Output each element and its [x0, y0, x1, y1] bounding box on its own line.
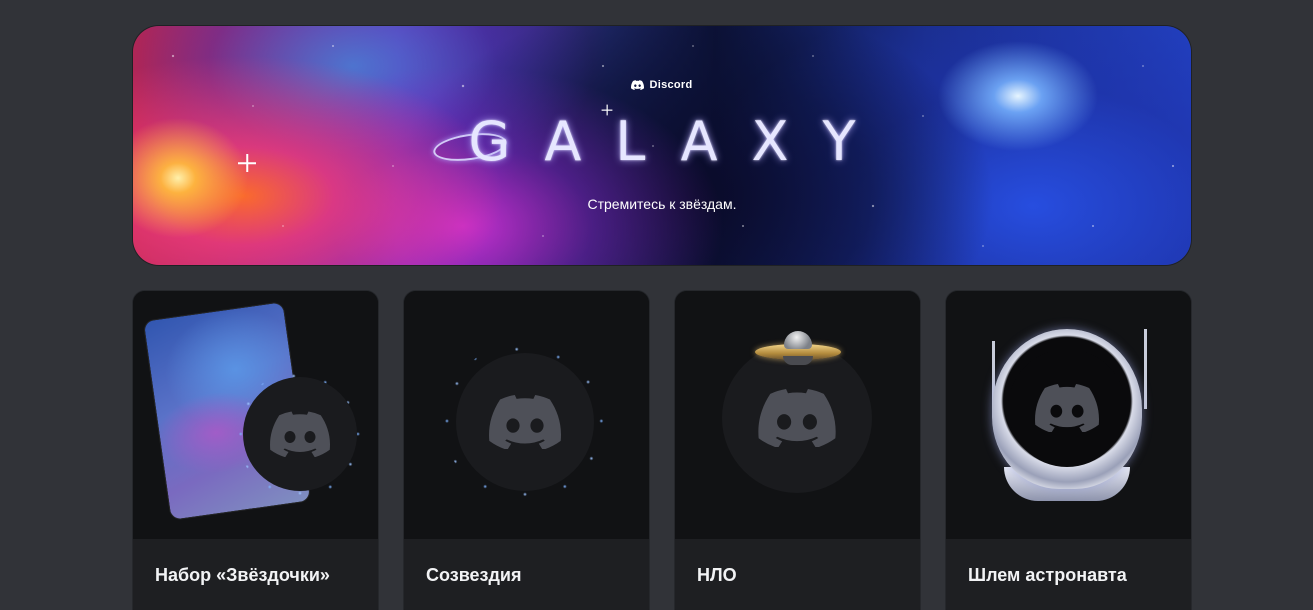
shop-card-constellations[interactable]: Созвездия — [404, 291, 649, 610]
collection-title: GALAXY — [468, 110, 890, 173]
galaxy-collection-banner[interactable]: Discord GALAXY Стремитесь к звёздам. — [133, 26, 1191, 265]
card-title: Набор «Звёздочки» — [155, 565, 330, 585]
avatar — [243, 377, 357, 491]
shop-card-stars-bundle[interactable]: Набор «Звёздочки» — [133, 291, 378, 610]
discord-logo-icon — [270, 411, 330, 457]
antenna — [1144, 329, 1147, 409]
ufo-icon — [755, 331, 841, 371]
card-art — [404, 291, 649, 539]
discord-logo-icon — [631, 80, 645, 90]
shop-card-astronaut-helmet[interactable]: Шлем астронавта — [946, 291, 1191, 610]
collection-tagline: Стремитесь к звёздам. — [587, 196, 737, 212]
discord-logo-icon — [489, 395, 561, 449]
card-art — [133, 291, 378, 539]
avatar — [456, 353, 594, 491]
card-title: НЛО — [697, 565, 737, 585]
discord-brand: Discord — [133, 79, 1191, 91]
avatar — [1008, 349, 1126, 467]
discord-logo-icon — [1035, 384, 1099, 432]
discord-logo-icon — [758, 389, 836, 447]
card-art — [946, 291, 1191, 539]
brand-name: Discord — [649, 79, 693, 91]
card-art — [675, 291, 920, 539]
card-title: Шлем астронавта — [968, 565, 1127, 585]
collection-items: Набор «Звёздочки» Созвездия НЛО Шлем аст… — [133, 291, 1191, 610]
card-title: Созвездия — [426, 565, 522, 585]
shop-page: Discord GALAXY Стремитесь к звёздам. Наб… — [0, 0, 1313, 610]
shop-card-ufo[interactable]: НЛО — [675, 291, 920, 610]
